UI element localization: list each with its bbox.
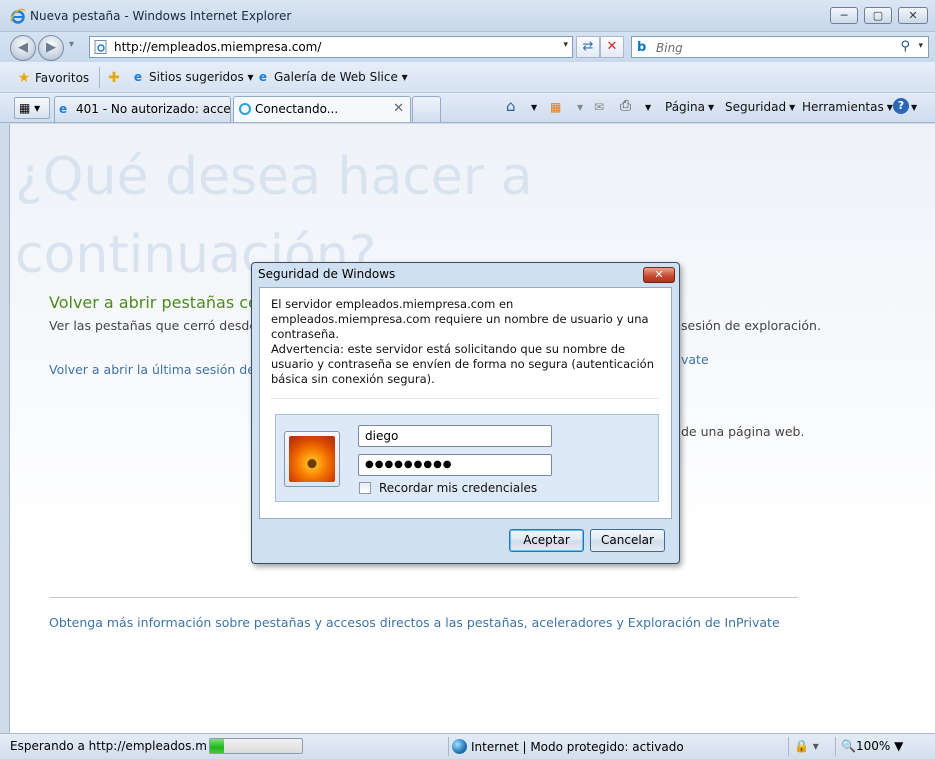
tab-label: 401 - No autorizado: acces... [76,102,231,116]
recent-pages-dropdown[interactable]: ▾ [69,39,74,50]
close-window-button[interactable]: ✕ [898,7,928,24]
title-bar: Nueva pestaña - Windows Internet Explore… [0,0,935,32]
search-options-dropdown[interactable]: ▾ [918,41,923,51]
tab-connecting[interactable]: Conectando... ✕ [233,96,411,122]
suggested-sites-label: Sitios sugeridos ▾ [149,70,254,84]
credential-tile: diego ●●●●●●●●● Recordar mis credenciale… [275,414,659,502]
reopen-tabs-description: Ver las pestañas que cerró desde e [49,318,269,333]
forward-button[interactable]: ▶ [38,35,64,61]
chevron-down-icon: ▼ [707,103,715,112]
divider [271,398,658,399]
progress-fill [210,739,224,753]
divider [448,737,449,756]
feeds-icon[interactable]: ▦ [550,100,561,114]
compatibility-view-button[interactable]: ⇄ [576,36,600,58]
status-bar: Esperando a http://empleados.miem Intern… [0,733,935,759]
divider [99,67,100,88]
security-zone-label: Internet | Modo protegido: activado [471,740,684,754]
address-dropdown-icon[interactable]: ▾ [563,40,568,50]
bing-icon: b [637,40,647,55]
search-box[interactable]: b Bing ⚲ ▾ [631,36,929,58]
address-bar[interactable]: http://empleados.miempresa.com/ ▾ [89,36,573,58]
windows-security-dialog: Seguridad de Windows ✕ El servidor emple… [251,262,680,564]
address-input[interactable]: http://empleados.miempresa.com/ [114,40,321,54]
search-input[interactable]: Bing [656,41,683,55]
forward-arrow-icon: ▶ [46,40,56,55]
window-title: Nueva pestaña - Windows Internet Explore… [30,9,292,23]
web-slice-gallery-button[interactable]: e Galería de Web Slice ▾ [255,70,408,84]
zoom-level-button[interactable]: 🔍100% ▼ [841,739,903,753]
user-avatar [284,431,340,487]
divider [835,737,836,756]
tab-bar: ▦ ▾ e 401 - No autorizado: acces... Cone… [0,93,935,123]
divider [49,597,798,598]
dialog-body: El servidor empleados.miempresa.com en e… [259,287,672,519]
cancel-button[interactable]: Cancelar [590,529,665,552]
stop-button[interactable]: ✕ [600,36,624,58]
password-field[interactable]: ●●●●●●●●● [358,454,552,476]
favorites-bar: ★ Favoritos ✚ e Sitios sugeridos ▾ e Galerí… [0,62,935,93]
flower-image [289,436,335,482]
chevron-down-icon: ▼ [789,103,796,112]
favorites-star-icon: ★ [17,70,31,86]
page-menu[interactable]: Página ▼ [665,100,714,114]
add-to-favorites-bar-icon[interactable]: ✚ [106,70,125,86]
tools-menu[interactable]: Herramientas ▼ [802,100,893,114]
safety-menu-label: Seguridad [725,100,787,114]
username-field[interactable]: diego [358,425,552,447]
dialog-close-button[interactable]: ✕ [643,267,675,283]
protected-mode-icon[interactable]: 🔒 ▾ [794,739,819,753]
loading-icon [239,103,251,115]
favorites-button[interactable]: ★ Favoritos [16,70,89,86]
dialog-title: Seguridad de Windows [258,267,396,281]
security-zone[interactable]: Internet | Modo protegido: activado [452,739,684,754]
loading-progress-bar [209,738,303,754]
page-icon [94,40,107,54]
safety-menu[interactable]: Seguridad ▼ [725,100,795,114]
back-arrow-icon: ◀ [18,40,28,55]
security-warning: Advertencia: este servidor está solicita… [271,342,655,386]
remember-credentials-checkbox[interactable] [359,482,371,494]
server-message: El servidor empleados.miempresa.com en e… [271,297,649,341]
ie-page-icon: e [59,102,68,116]
accelerators-description-tail: de una página web. [681,424,805,439]
maximize-button[interactable]: ▢ [864,7,892,24]
quick-tabs-button[interactable]: ▦ ▾ [14,97,50,119]
search-icon[interactable]: ⚲ [900,39,910,54]
print-icon[interactable]: ⎙ [620,98,631,114]
divider [788,737,789,756]
home-dropdown[interactable]: ▼ [531,103,537,112]
ok-button[interactable]: Aceptar [509,529,584,552]
tab-401-unauthorized[interactable]: e 401 - No autorizado: acces... [54,96,231,122]
internet-explorer-icon [10,8,26,24]
reopen-last-session-link[interactable]: Volver a abrir la última sesión de e [49,362,267,377]
status-text: Esperando a http://empleados.miem [10,739,206,753]
help-icon[interactable]: ? [893,98,909,114]
chevron-down-icon: ▼ [886,103,893,112]
mail-icon[interactable]: ✉ [594,100,604,114]
ie-page-icon: e [133,70,143,84]
reopen-tabs-heading[interactable]: Volver a abrir pestañas cer [49,293,264,312]
help-dropdown[interactable]: ▼ [911,103,917,112]
globe-icon [452,739,467,754]
remember-credentials-label[interactable]: Recordar mis credenciales [379,481,537,495]
minimize-button[interactable]: ─ [830,7,858,24]
new-tab-button[interactable] [412,96,441,122]
close-tab-icon[interactable]: ✕ [393,97,404,121]
home-icon[interactable]: ⌂ [506,97,516,115]
back-button[interactable]: ◀ [10,35,36,61]
feeds-dropdown[interactable]: ▼ [577,103,583,112]
print-dropdown[interactable]: ▼ [645,103,651,112]
learn-more-link[interactable]: Obtenga más información sobre pestañas y… [49,615,780,630]
page-menu-label: Página [665,100,705,114]
suggested-sites-button[interactable]: e Sitios sugeridos ▾ [130,70,254,84]
tools-menu-label: Herramientas [802,100,884,114]
web-slice-gallery-label: Galería de Web Slice ▾ [274,70,408,84]
navigation-bar: ◀ ▶ ▾ http://empleados.miempresa.com/ ▾ … [0,32,935,62]
reopen-tabs-description-tail: sesión de exploración. [681,318,821,333]
ie-page-icon: e [258,70,268,84]
favorites-label: Favoritos [35,71,90,85]
tab-label: Conectando... [255,102,339,116]
inprivate-link[interactable]: vate [681,352,709,367]
